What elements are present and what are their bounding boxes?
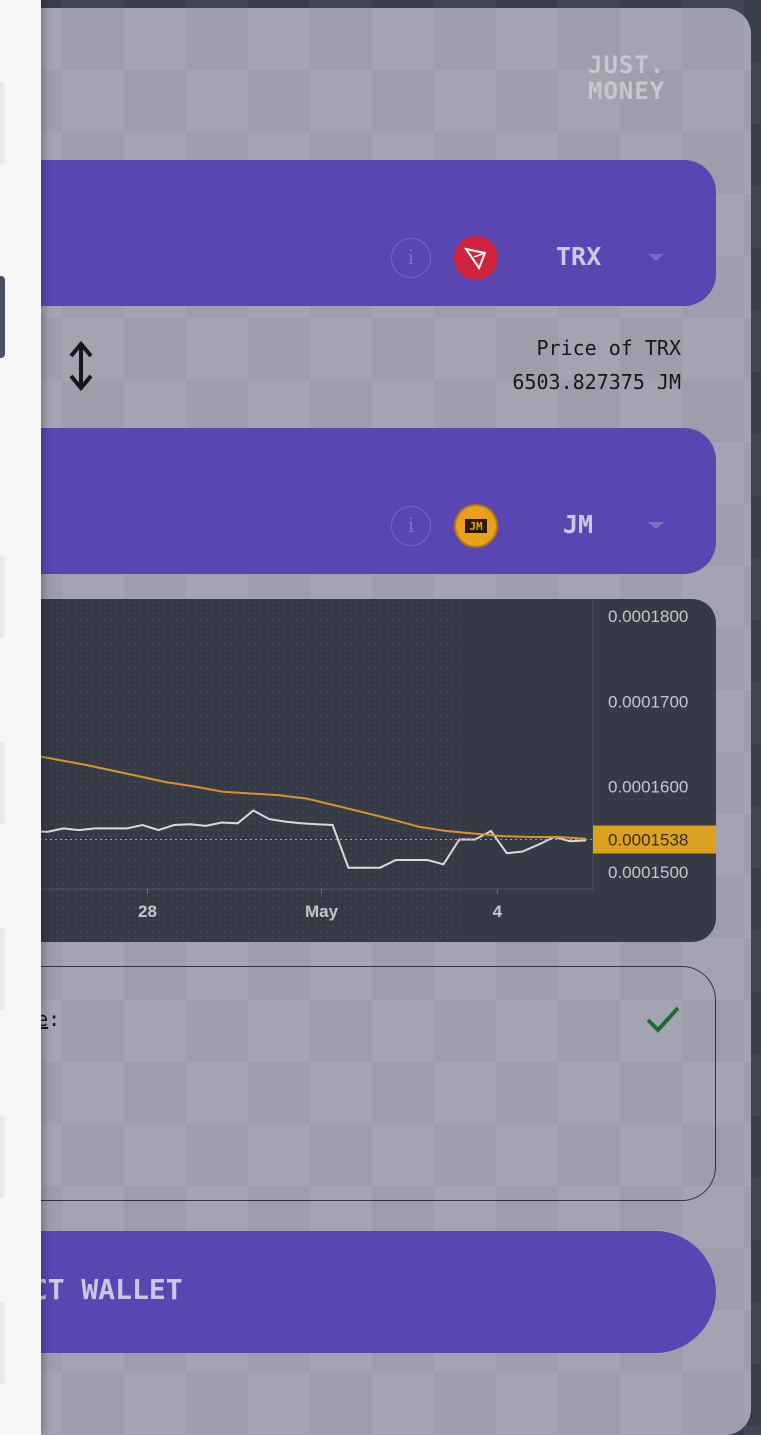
to-token-panel[interactable]: i JM JM bbox=[0, 428, 716, 574]
swap-card: JUST. MONEY i TRX Price of TRX 6503.8273… bbox=[0, 8, 751, 1435]
chevron-down-icon[interactable] bbox=[648, 522, 664, 529]
price-chart[interactable]: 0.0001800 0.0001700 0.0001600 0.0001500 28 M… bbox=[0, 599, 716, 942]
drawer-item[interactable] bbox=[0, 82, 5, 164]
checks-panel: ore: bbox=[0, 966, 716, 1201]
side-drawer[interactable] bbox=[0, 0, 41, 1435]
jm-logo-icon: JM bbox=[454, 504, 498, 548]
chart-watermark bbox=[0, 599, 460, 942]
x-tick-label: 4 bbox=[493, 902, 503, 921]
drawer-item[interactable] bbox=[0, 1302, 5, 1384]
drawer-item[interactable] bbox=[0, 1116, 5, 1198]
current-price-label: 0.0001538 bbox=[608, 831, 688, 850]
to-token-symbol[interactable]: JM bbox=[563, 510, 593, 539]
drawer-item[interactable] bbox=[0, 928, 5, 1010]
price-chart-canvas[interactable]: 0.0001800 0.0001700 0.0001600 0.0001500 28 M… bbox=[0, 599, 716, 942]
drawer-item-active[interactable] bbox=[0, 276, 5, 358]
from-token-panel[interactable]: i TRX bbox=[0, 160, 716, 306]
y-tick-label: 0.0001700 bbox=[608, 692, 688, 711]
y-tick-label: 0.0001500 bbox=[608, 863, 688, 882]
info-icon[interactable]: i bbox=[391, 506, 431, 546]
svg-text:JM: JM bbox=[469, 520, 483, 533]
y-tick-label: 0.0001800 bbox=[608, 607, 688, 626]
drawer-item[interactable] bbox=[0, 742, 5, 824]
drawer-item[interactable] bbox=[0, 556, 5, 638]
tron-logo-icon bbox=[454, 236, 498, 280]
x-tick-label: May bbox=[305, 902, 339, 921]
swap-direction-icon[interactable] bbox=[60, 338, 104, 394]
info-icon[interactable]: i bbox=[391, 238, 431, 278]
connect-wallet-button[interactable]: ECT WALLET bbox=[0, 1231, 716, 1353]
checkmark-icon bbox=[646, 1006, 680, 1033]
price-label: Price of TRX bbox=[536, 336, 682, 360]
from-token-symbol[interactable]: TRX bbox=[556, 242, 601, 271]
price-value: 6503.827375 JM bbox=[512, 370, 681, 394]
just-money-logo[interactable]: JUST. MONEY bbox=[588, 52, 708, 104]
y-tick-label: 0.0001600 bbox=[608, 778, 688, 797]
chevron-down-icon[interactable] bbox=[648, 254, 664, 261]
x-tick-label: 28 bbox=[138, 902, 157, 921]
